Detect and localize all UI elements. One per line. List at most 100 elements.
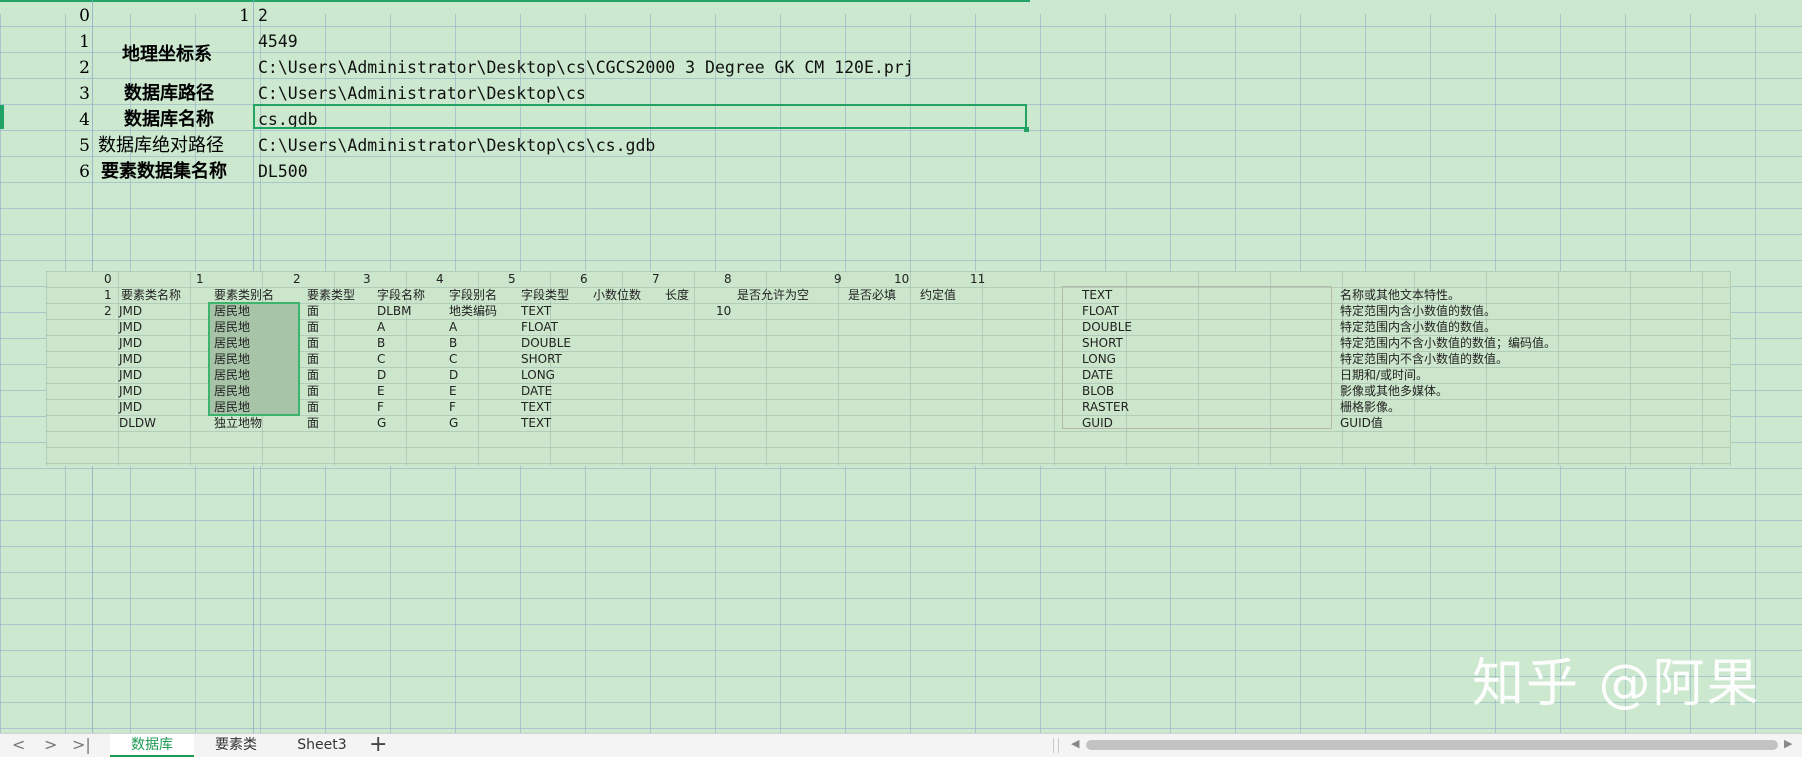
table-cell: TEXT <box>521 304 552 318</box>
row-index: 1 <box>104 288 112 302</box>
row-index[interactable]: 2 <box>60 55 90 81</box>
table-cell: 居民地 <box>214 336 251 350</box>
table-cell: 面 <box>307 400 320 414</box>
type-desc: 栅格影像。 <box>1340 400 1401 414</box>
table-cell: 居民地 <box>214 352 251 366</box>
table-cell: C <box>377 352 386 366</box>
field-header: 是否允许为空 <box>737 288 810 302</box>
value-cell[interactable]: 4549 <box>258 29 298 55</box>
table-cell: 10 <box>716 304 732 318</box>
type-name: TEXT <box>1082 288 1113 302</box>
table-cell: DLBM <box>377 304 412 318</box>
table-cell: G <box>449 416 459 430</box>
table-cell: A <box>449 320 458 334</box>
active-row-indicator <box>0 105 4 129</box>
field-header: 要素类型 <box>307 288 356 302</box>
sheet-tab-bar: < > >| 数据库 要素类 Sheet3 + ◀ ▶ <box>0 733 1802 757</box>
type-name: GUID <box>1082 416 1113 430</box>
scroll-right-icon[interactable]: ▶ <box>1784 737 1792 750</box>
table-cell: DATE <box>521 384 553 398</box>
row-index[interactable]: 6 <box>60 159 90 185</box>
embedded-image[interactable]: 0 1 2 3 4 5 6 7 8 9 10 11 1 2 要素类名称 要素类别… <box>46 271 1731 466</box>
table-cell: 居民地 <box>214 384 251 398</box>
label-cell[interactable]: 要素数据集名称 <box>101 159 227 185</box>
row-index[interactable]: 5 <box>60 133 90 159</box>
watermark-text: 知乎 @阿果 <box>1472 654 1761 714</box>
row-index[interactable]: 4 <box>60 107 90 133</box>
col-index: 2 <box>293 272 301 286</box>
table-cell: G <box>377 416 387 430</box>
next-sheet-button[interactable]: > <box>44 735 57 755</box>
type-name: LONG <box>1082 352 1116 366</box>
label-cell[interactable]: 数据库绝对路径 <box>98 133 224 159</box>
type-desc: 特定范围内不含小数值的数值。 <box>1340 352 1509 366</box>
prev-sheet-button[interactable]: < <box>12 735 25 755</box>
table-cell: DLDW <box>119 416 157 430</box>
table-cell: JMD <box>119 352 143 366</box>
table-cell: TEXT <box>521 400 552 414</box>
table-cell: D <box>449 368 459 382</box>
row-index: 2 <box>104 304 112 318</box>
spreadsheet-grid[interactable]: 0 1 2 3 4 5 6 1 地理坐标系 数据库路径 数据库名称 数据库绝对路… <box>0 0 1802 733</box>
table-cell: A <box>377 320 386 334</box>
value-cell[interactable]: DL500 <box>258 159 308 185</box>
merged-label-cell[interactable]: 地理坐标系 <box>122 42 212 68</box>
type-name: BLOB <box>1082 384 1115 398</box>
table-cell: 居民地 <box>214 368 251 382</box>
label-cell[interactable]: 数据库名称 <box>124 107 214 133</box>
tab-feature-class[interactable]: 要素类 <box>198 734 274 757</box>
table-cell: C <box>449 352 458 366</box>
col-index: 11 <box>970 272 986 286</box>
label-cell[interactable]: 数据库路径 <box>124 81 214 107</box>
table-cell: 居民地 <box>214 320 251 334</box>
type-desc: 特定范围内不含小数值的数值；编码值。 <box>1340 336 1557 350</box>
table-cell: B <box>377 336 386 350</box>
type-name: DOUBLE <box>1082 320 1132 334</box>
col-index: 10 <box>894 272 910 286</box>
header-cell[interactable]: 2 <box>258 3 268 29</box>
scroll-left-icon[interactable]: ◀ <box>1071 737 1079 750</box>
table-cell: 面 <box>307 368 320 382</box>
add-sheet-button[interactable]: + <box>369 733 387 756</box>
last-sheet-button[interactable]: >| <box>72 735 91 755</box>
field-header: 字段别名 <box>449 288 498 302</box>
tab-sheet3[interactable]: Sheet3 <box>282 734 362 757</box>
table-cell: 面 <box>307 352 320 366</box>
field-header: 小数位数 <box>593 288 642 302</box>
col-index: 8 <box>724 272 732 286</box>
table-cell: JMD <box>119 368 143 382</box>
table-cell: E <box>377 384 385 398</box>
table-cell: 独立地物 <box>214 416 263 430</box>
table-cell: 面 <box>307 336 320 350</box>
table-cell: 地类编码 <box>449 304 498 318</box>
type-name: FLOAT <box>1082 304 1120 318</box>
horizontal-scrollbar[interactable] <box>1086 740 1778 750</box>
col-index: 4 <box>436 272 444 286</box>
field-header: 要素类名称 <box>121 288 182 302</box>
type-name: RASTER <box>1082 400 1129 414</box>
table-cell: 面 <box>307 320 320 334</box>
value-cell[interactable]: C:\Users\Administrator\Desktop\cs\CGCS20… <box>258 55 914 81</box>
field-header: 是否必填 <box>848 288 897 302</box>
row-index[interactable]: 1 <box>60 29 90 55</box>
table-cell: DOUBLE <box>521 336 571 350</box>
row-index[interactable]: 3 <box>60 81 90 107</box>
type-desc: 特定范围内含小数值的数值。 <box>1340 304 1497 318</box>
active-cell-border <box>253 104 1027 129</box>
type-name: SHORT <box>1082 336 1123 350</box>
table-cell: JMD <box>119 320 143 334</box>
row-index[interactable]: 0 <box>60 3 90 29</box>
value-cell[interactable]: C:\Users\Administrator\Desktop\cs\cs.gdb <box>258 133 655 159</box>
col-index: 9 <box>834 272 842 286</box>
table-cell: TEXT <box>521 416 552 430</box>
col-index: 1 <box>196 272 204 286</box>
type-desc: GUID值 <box>1340 416 1383 430</box>
type-desc: 特定范围内含小数值的数值。 <box>1340 320 1497 334</box>
field-header: 字段名称 <box>377 288 426 302</box>
table-cell: JMD <box>119 400 143 414</box>
tab-database[interactable]: 数据库 <box>110 734 194 757</box>
scroll-separator <box>1053 738 1054 753</box>
scroll-separator <box>1058 738 1059 753</box>
fill-handle[interactable] <box>1024 127 1029 132</box>
header-cell[interactable]: 1 <box>220 3 250 29</box>
